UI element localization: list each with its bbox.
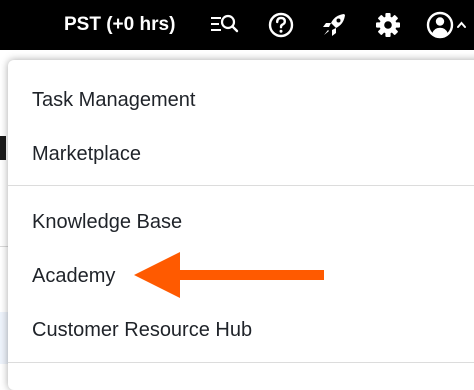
top-header-bar: PST (+0 hrs) [0, 0, 474, 50]
rocket-icon[interactable] [318, 9, 350, 41]
menu-item-academy[interactable]: Academy [32, 264, 115, 288]
gear-icon[interactable] [372, 9, 404, 41]
menu-item-customer-resource-hub[interactable]: Customer Resource Hub [32, 318, 252, 342]
menu-divider [8, 185, 474, 186]
menu-item-knowledge-base[interactable]: Knowledge Base [32, 210, 182, 234]
annotation-arrow-icon [134, 252, 324, 298]
background-element [0, 136, 6, 160]
menu-item-marketplace[interactable]: Marketplace [32, 142, 141, 166]
menu-item-task-management[interactable]: Task Management [32, 88, 195, 112]
timezone-label[interactable]: PST (+0 hrs) [64, 13, 175, 37]
help-icon[interactable] [265, 9, 297, 41]
menu-divider [8, 362, 474, 363]
dropdown-menu: Task Management Marketplace Knowledge Ba… [8, 60, 474, 390]
search-list-icon[interactable] [208, 9, 240, 41]
user-account-icon[interactable] [424, 9, 470, 41]
